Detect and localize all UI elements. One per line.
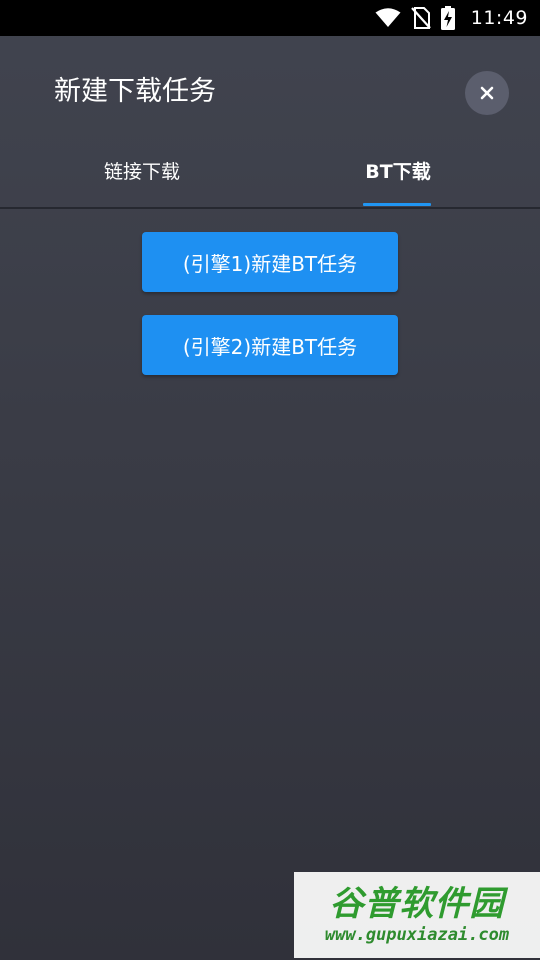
engine1-new-bt-task-button[interactable]: (引擎1)新建BT任务 — [142, 232, 398, 292]
close-icon — [480, 86, 494, 100]
tab-link-download[interactable]: 链接下载 — [72, 150, 212, 207]
watermark-title: 谷普软件园 — [329, 884, 505, 924]
watermark: 谷普软件园 www.gupuxiazai.com — [294, 872, 540, 958]
tab-label: 链接下载 — [103, 161, 180, 183]
wifi-icon — [375, 8, 401, 28]
tab-label: BT下载 — [365, 161, 431, 183]
active-tab-indicator — [363, 203, 431, 206]
status-bar: 11:49 — [0, 0, 540, 36]
dialog-title: 新建下载任务 — [54, 76, 216, 107]
new-download-task-screen: 11:49 新建下载任务 链接下载 BT下载 (引擎1)新建BT任务 (引擎2)… — [0, 0, 540, 960]
watermark-url: www.gupuxiazai.com — [324, 925, 510, 945]
battery-charging-icon — [440, 6, 455, 30]
close-button[interactable] — [465, 71, 509, 115]
status-time: 11:49 — [470, 7, 528, 29]
tabs-divider — [0, 207, 540, 209]
tab-bar: 链接下载 BT下载 — [0, 150, 540, 207]
engine2-new-bt-task-button[interactable]: (引擎2)新建BT任务 — [142, 315, 398, 375]
no-sim-icon — [410, 7, 431, 29]
tab-bt-download[interactable]: BT下载 — [328, 150, 468, 207]
